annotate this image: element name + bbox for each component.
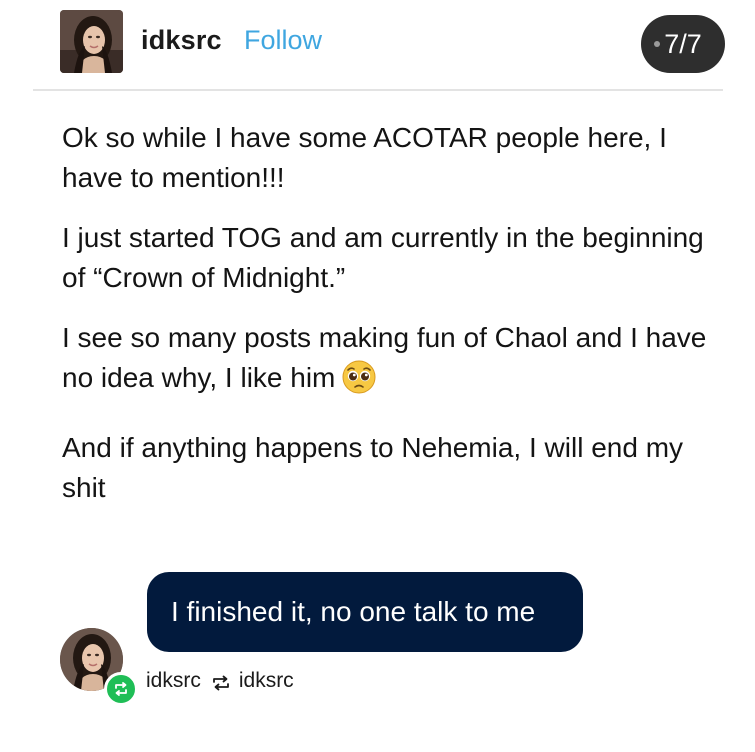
post-paragraph-text: I see so many posts making fun of Chaol … [62, 322, 707, 393]
reply-bubble: I finished it, no one talk to me [147, 572, 583, 652]
avatar[interactable] [60, 10, 123, 73]
pleading-face-emoji-icon [341, 359, 377, 395]
post-body: Ok so while I have some ACOTAR people he… [62, 118, 712, 528]
reply-text: I finished it, no one talk to me [171, 596, 536, 627]
page-indicator-text: 7/7 [664, 28, 702, 59]
source-username[interactable]: idksrc [239, 669, 294, 693]
reblog-trail: idksrc idksrc [146, 669, 294, 693]
reblog-badge-icon [104, 672, 138, 706]
username[interactable]: idksrc [141, 25, 222, 56]
follow-button[interactable]: Follow [244, 25, 322, 56]
post-paragraph: I see so many posts making fun of Chaol … [62, 318, 712, 398]
reblog-icon [211, 673, 231, 691]
camera-dot-icon [654, 41, 660, 47]
post-paragraph: And if anything happens to Nehemia, I wi… [62, 432, 684, 503]
header-divider [33, 89, 723, 91]
post-header: idksrc Follow 7/7 [0, 0, 755, 90]
post-paragraph: Ok so while I have some ACOTAR people he… [62, 122, 667, 193]
page-indicator-badge: 7/7 [641, 15, 725, 73]
reblogger-username[interactable]: idksrc [146, 669, 201, 693]
avatar-photo-icon [60, 10, 123, 73]
post-paragraph: I just started TOG and am currently in t… [62, 222, 704, 293]
